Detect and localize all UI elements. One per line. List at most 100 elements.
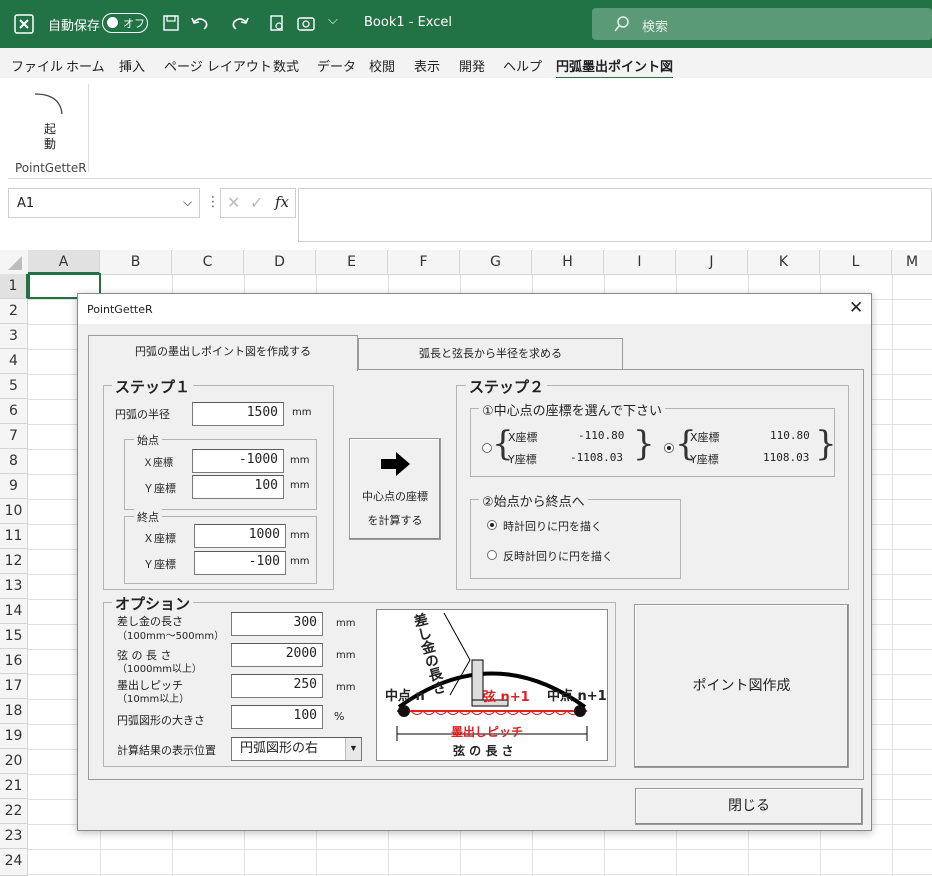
arc-size-input[interactable]: 100 (231, 705, 323, 729)
row-header[interactable]: 13 (0, 574, 28, 599)
autosave-toggle[interactable]: オフ (102, 13, 148, 33)
end-x-input[interactable]: 1000 (194, 524, 286, 548)
end-y-input[interactable]: -100 (194, 551, 286, 575)
search-box[interactable]: 検索 (592, 8, 932, 40)
customize-qat-icon[interactable]: ⌵ (328, 13, 338, 28)
tab-arc-point[interactable]: 円弧墨出ポイント図 (556, 56, 674, 79)
step2-title: ステップ２ (466, 376, 548, 397)
column-header[interactable]: F (388, 250, 460, 274)
undo-icon[interactable] (190, 14, 212, 32)
column-header[interactable]: C (172, 250, 244, 274)
chord-length-input[interactable]: 2000 (231, 643, 323, 667)
row-header[interactable]: 10 (0, 499, 28, 524)
row-header[interactable]: 16 (0, 649, 28, 674)
row-header[interactable]: 23 (0, 824, 28, 849)
radius-label: 円弧の半径 (115, 408, 170, 421)
tab-file[interactable]: ファイル (11, 56, 63, 75)
ribbon-panel (8, 78, 932, 179)
column-header[interactable]: I (604, 250, 676, 274)
row-header[interactable]: 5 (0, 374, 28, 399)
direction-group (470, 499, 681, 579)
row-header[interactable]: 21 (0, 774, 28, 799)
row-header[interactable]: 9 (0, 474, 28, 499)
row-header[interactable]: 24 (0, 849, 28, 876)
insert-function-icon[interactable]: fx (275, 193, 289, 211)
column-header[interactable]: E (316, 250, 388, 274)
cancel-icon[interactable]: ✕ (227, 193, 240, 212)
right-arrow-icon (381, 452, 410, 476)
column-header[interactable]: A (28, 250, 100, 274)
center-select-title: ①中心点の座標を選んで下さい (479, 400, 666, 419)
tab-review[interactable]: 校閲 (369, 56, 395, 75)
dialog-title-bar: PointGetteR ✕ (78, 294, 871, 324)
row-header[interactable]: 3 (0, 324, 28, 349)
midpoint-n-label: 中点 n (385, 689, 425, 704)
select-all-icon[interactable] (8, 256, 24, 270)
row-header[interactable]: 2 (0, 299, 28, 324)
close-icon[interactable]: ✕ (849, 298, 863, 318)
print-preview-icon[interactable] (268, 14, 286, 32)
center-option-2-x: 110.80 (770, 429, 810, 442)
row-header[interactable]: 17 (0, 674, 28, 699)
column-header[interactable]: H (532, 250, 604, 274)
row-header[interactable]: 7 (0, 424, 28, 449)
center-option-1-radio[interactable] (482, 443, 492, 453)
calculate-center-button[interactable]: 中心点の座標 を計算する (349, 438, 441, 540)
start-point-title: 始点 (134, 432, 162, 448)
row-header[interactable]: 11 (0, 524, 28, 549)
chord-length-caption: 弦 の 長 さ (449, 742, 518, 759)
save-icon[interactable] (162, 14, 180, 32)
tab-data[interactable]: データ (317, 56, 356, 75)
row-header[interactable]: 14 (0, 599, 28, 624)
start-y-input[interactable]: 100 (192, 475, 284, 499)
row-header[interactable]: 15 (0, 624, 28, 649)
tab-view[interactable]: 表示 (414, 56, 440, 75)
center-option-2-radio[interactable] (664, 443, 674, 453)
name-box[interactable]: A1 ⌵ (8, 188, 200, 218)
column-header[interactable]: D (244, 250, 316, 274)
enter-icon[interactable]: ✓ (250, 193, 263, 212)
column-header[interactable]: M (892, 250, 932, 274)
center-option-1-x: -110.80 (578, 429, 625, 442)
column-header[interactable]: K (748, 250, 820, 274)
counterclockwise-radio[interactable] (487, 550, 497, 560)
tab-formulas[interactable]: 数式 (273, 56, 299, 75)
formula-input[interactable] (298, 188, 932, 242)
close-button[interactable]: 閉じる (635, 788, 863, 825)
column-header[interactable]: J (676, 250, 748, 274)
create-point-diagram-button[interactable]: ポイント図作成 (634, 604, 849, 768)
row-header[interactable]: 1 (0, 274, 28, 299)
row-header[interactable]: 18 (0, 699, 28, 724)
row-header[interactable]: 4 (0, 349, 28, 374)
dropdown-arrow-icon[interactable]: ▼ (345, 738, 361, 760)
launch-button[interactable]: 起 動 (22, 84, 78, 156)
row-header[interactable]: 22 (0, 799, 28, 824)
row-header[interactable]: 19 (0, 724, 28, 749)
arc-diagram: 差し金の長さ 中点 n 弦 n+1 中点 n+1 墨出しピッチ 弦 の 長 さ (376, 609, 608, 761)
clockwise-radio[interactable] (487, 520, 497, 530)
row-header[interactable]: 20 (0, 749, 28, 774)
row-header[interactable]: 8 (0, 449, 28, 474)
tab-create-point-diagram[interactable]: 円弧の墨出しポイント図を作成する (88, 335, 358, 371)
start-x-input[interactable]: -1000 (192, 449, 284, 473)
pitch-caption: 墨出しピッチ (451, 725, 524, 739)
tab-home[interactable]: ホーム (66, 56, 105, 75)
column-header[interactable]: G (460, 250, 532, 274)
radius-input[interactable]: 1500 (192, 402, 284, 426)
redo-icon[interactable] (228, 14, 250, 32)
tab-radius-from-arc[interactable]: 弧長と弦長から半径を求める (358, 338, 623, 370)
row-header[interactable]: 6 (0, 399, 28, 424)
tab-page-layout[interactable]: ページ レイアウト (164, 56, 272, 75)
result-position-select[interactable]: 円弧図形の右 ▼ (231, 737, 362, 761)
column-header[interactable]: L (820, 250, 892, 274)
tab-insert[interactable]: 挿入 (119, 56, 145, 75)
camera-icon[interactable] (296, 14, 316, 32)
tab-help[interactable]: ヘルプ (503, 56, 542, 75)
column-header[interactable]: B (100, 250, 172, 274)
result-position-label: 計算結果の表示位置 (117, 744, 216, 757)
square-length-input[interactable]: 300 (231, 612, 323, 636)
tab-developer[interactable]: 開発 (459, 56, 485, 75)
chevron-down-icon[interactable]: ⌵ (183, 195, 192, 210)
pitch-input[interactable]: 250 (231, 674, 323, 698)
row-header[interactable]: 12 (0, 549, 28, 574)
